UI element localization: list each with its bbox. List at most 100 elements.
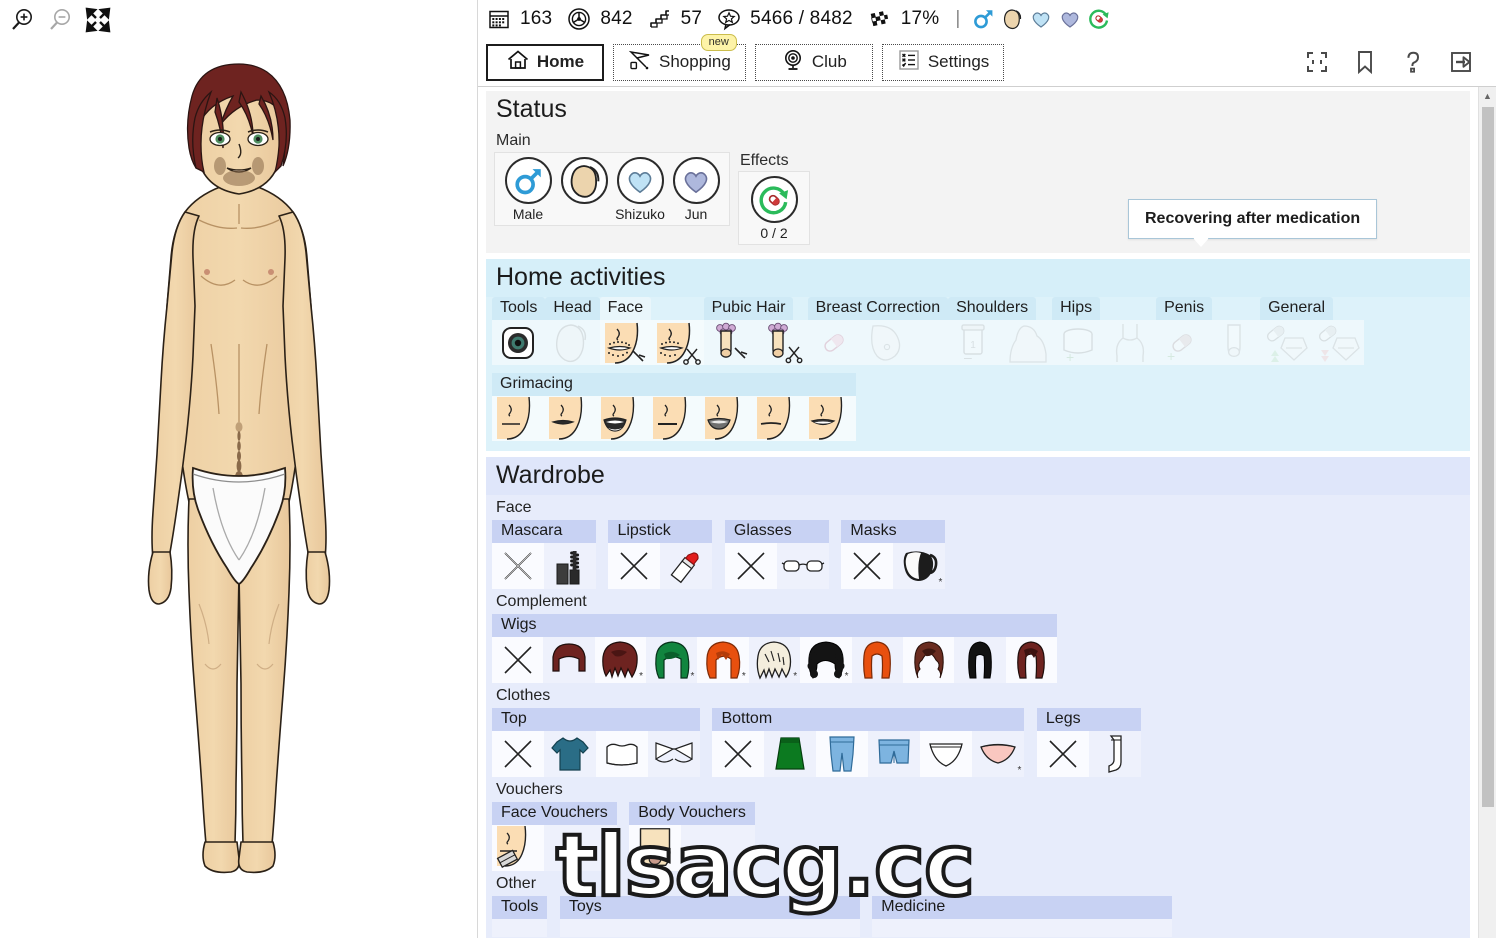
wardrobe-group-wigs-header[interactable]: Wigs	[492, 614, 1057, 637]
tab-club[interactable]: Club	[754, 43, 873, 81]
none-x-icon[interactable]	[492, 731, 544, 777]
stat-progress[interactable]: 17%	[867, 6, 940, 32]
beard-scissors-icon[interactable]	[652, 320, 704, 365]
other-group-medicine-header[interactable]: Medicine	[872, 896, 1173, 919]
penis-shape-icon[interactable]	[1208, 320, 1260, 365]
grimacing-header[interactable]: Grimacing	[492, 373, 856, 396]
jeans-blue-icon[interactable]	[816, 731, 869, 777]
pill-general-up-icon[interactable]	[1260, 320, 1312, 365]
stat-days[interactable]: 163	[486, 6, 552, 32]
activity-group-penis-header[interactable]: Penis	[1156, 297, 1213, 320]
other-group-tools-header[interactable]: Tools	[492, 896, 548, 919]
heart-periwinkle-icon[interactable]	[1057, 6, 1083, 32]
skirt-green-icon[interactable]	[764, 731, 817, 777]
mouth-slight-open-icon[interactable]	[804, 396, 856, 441]
panties-pink-icon[interactable]: *	[972, 731, 1025, 777]
activity-group-head-header[interactable]: Head	[545, 297, 600, 320]
status-card-face[interactable]	[557, 157, 611, 222]
hips-shape-icon[interactable]	[1104, 320, 1156, 365]
wig-orange-bob-icon[interactable]: *	[697, 637, 749, 683]
mouth-grimace-icon[interactable]	[700, 396, 752, 441]
activity-group-hips-header[interactable]: Hips	[1052, 297, 1101, 320]
pill-breast-icon[interactable]	[808, 320, 860, 365]
crop-top-white-icon[interactable]	[596, 731, 648, 777]
lipstick-icon[interactable]	[660, 543, 713, 589]
stat-points[interactable]: 5466 / 8482	[716, 6, 853, 32]
tab-settings[interactable]: Settings	[881, 43, 1005, 81]
mouth-open-icon[interactable]	[596, 396, 648, 441]
jar-hips-icon[interactable]: +	[1052, 320, 1104, 365]
character-avatar[interactable]	[0, 44, 478, 924]
wig-messy-maroon-icon[interactable]: *	[594, 637, 647, 683]
beard-razor-icon[interactable]	[600, 320, 652, 365]
status-card-shizuko[interactable]: Shizuko	[613, 157, 667, 222]
stat-biohazard[interactable]: 842	[566, 6, 632, 32]
wardrobe-group-face-vouchers-header[interactable]: Face Vouchers	[492, 802, 617, 825]
face-mask-icon[interactable]: *	[893, 543, 946, 589]
heart-light-blue-icon[interactable]	[1028, 6, 1054, 32]
mouth-neutral-icon[interactable]	[492, 396, 544, 441]
scrollbar-thumb[interactable]	[1482, 107, 1494, 807]
activity-group-tools-header[interactable]: Tools	[492, 297, 546, 320]
shoulder-shape-icon[interactable]	[1000, 320, 1052, 365]
wig-spiky-blonde-icon[interactable]: *	[748, 637, 801, 683]
none-x-icon[interactable]	[1036, 731, 1089, 777]
wardrobe-group-body-vouchers-header[interactable]: Body Vouchers	[629, 802, 755, 825]
camera-lens-icon[interactable]	[492, 320, 544, 365]
zoom-out-icon[interactable]	[44, 4, 76, 36]
help-question-icon[interactable]	[1398, 47, 1428, 77]
mouth-closed-dark-icon[interactable]	[544, 396, 596, 441]
wardrobe-group-masks-header[interactable]: Masks	[841, 520, 946, 543]
status-card-male[interactable]: Male	[501, 157, 555, 222]
none-x-icon[interactable]	[492, 637, 544, 683]
pubic-scissors-icon[interactable]	[756, 320, 808, 365]
other-group-toys-header[interactable]: Toys	[559, 896, 860, 919]
wig-black-curly-icon[interactable]: *	[800, 637, 852, 683]
none-x-icon[interactable]	[712, 731, 765, 777]
activity-group-pubic-hair-header[interactable]: Pubic Hair	[703, 297, 794, 320]
face-voucher-icon[interactable]	[492, 825, 544, 871]
activity-group-shoulders-header[interactable]: Shoulders	[948, 297, 1037, 320]
wig-black-straight-icon[interactable]	[954, 637, 1006, 683]
wardrobe-group-lipstick-header[interactable]: Lipstick	[608, 520, 713, 543]
wig-brown-wavy-icon[interactable]	[902, 637, 955, 683]
stat-stairs[interactable]: 57	[647, 6, 703, 32]
activity-group-breast-correction-header[interactable]: Breast Correction	[807, 297, 949, 320]
vertical-scrollbar[interactable]: ▲	[1478, 87, 1496, 938]
tab-home[interactable]: Home	[486, 43, 604, 81]
jar-shoulder-icon[interactable]: 1 –	[948, 320, 1000, 365]
head-shave-icon[interactable]	[545, 320, 597, 365]
pill-general-down-icon[interactable]	[1312, 320, 1364, 365]
bra-white-icon[interactable]	[648, 731, 700, 777]
face-profile-icon[interactable]	[999, 6, 1025, 32]
wig-green-bob-icon[interactable]: *	[646, 637, 698, 683]
body-voucher-icon[interactable]	[629, 825, 682, 871]
pill-recovery-icon[interactable]	[1086, 6, 1112, 32]
wardrobe-group-legs-header[interactable]: Legs	[1036, 708, 1141, 731]
shorts-blue-icon[interactable]	[868, 731, 921, 777]
bookmark-icon[interactable]	[1350, 47, 1380, 77]
activity-group-face-header[interactable]: Face	[599, 297, 652, 320]
wardrobe-group-bottom-header[interactable]: Bottom	[712, 708, 1025, 731]
pubic-razor-icon[interactable]	[704, 320, 756, 365]
none-x-icon[interactable]	[841, 543, 894, 589]
wardrobe-group-mascara-header[interactable]: Mascara	[492, 520, 596, 543]
status-card-medication[interactable]: 0 / 2	[747, 176, 801, 241]
exit-arrow-icon[interactable]	[1446, 47, 1476, 77]
mouth-flat-icon[interactable]	[752, 396, 804, 441]
breast-shape-icon[interactable]	[860, 320, 912, 365]
zoom-in-icon[interactable]	[6, 4, 38, 36]
mouth-thin-line-icon[interactable]	[648, 396, 700, 441]
none-x-icon[interactable]	[608, 543, 661, 589]
wig-orange-long-icon[interactable]	[851, 637, 903, 683]
activity-group-general-header[interactable]: General	[1260, 297, 1334, 320]
glasses-icon[interactable]	[776, 543, 829, 589]
tshirt-teal-icon[interactable]	[544, 731, 596, 777]
none-x-icon[interactable]	[492, 543, 544, 589]
wig-short-maroon-icon[interactable]	[543, 637, 595, 683]
pill-penis-icon[interactable]: +	[1156, 320, 1208, 365]
mascara-icon[interactable]	[544, 543, 596, 589]
wig-maroon-long-icon[interactable]	[1005, 637, 1057, 683]
mars-symbol-icon[interactable]	[970, 6, 996, 32]
wardrobe-group-top-header[interactable]: Top	[492, 708, 700, 731]
